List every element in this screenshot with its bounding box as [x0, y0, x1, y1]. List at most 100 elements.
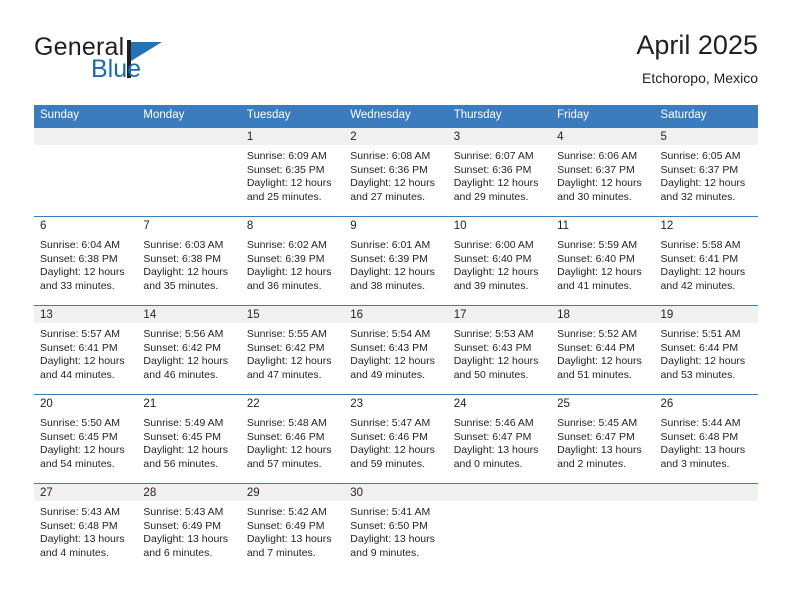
calendar-table: Sunday Monday Tuesday Wednesday Thursday… — [34, 105, 758, 572]
calendar-day-cell[interactable]: 8 Sunrise: 6:02 AM Sunset: 6:39 PM Daylight… — [240, 216, 345, 306]
day-cell-inner: 2 Sunrise: 6:08 AM Sunset: 6:36 PM Daylight… — [344, 128, 448, 216]
day-detail-line: and 59 minutes. — [350, 457, 425, 470]
day-detail-line: Sunrise: 5:46 AM — [453, 417, 534, 429]
day-detail-line: and 30 minutes. — [557, 190, 632, 203]
day-cell-inner: 9 Sunrise: 6:01 AM Sunset: 6:39 PM Daylight… — [344, 217, 448, 305]
calendar-day-cell[interactable]: 1 Sunrise: 6:09 AM Sunset: 6:35 PM Daylight… — [240, 127, 345, 217]
calendar-day-cell[interactable]: 30 Sunrise: 5:41 AM Sunset: 6:50 PM Dayligh… — [344, 483, 448, 572]
day-cell-inner: 26 Sunrise: 5:44 AM Sunset: 6:48 PM Dayligh… — [654, 395, 758, 483]
calendar-day-cell[interactable]: 26 Sunrise: 5:44 AM Sunset: 6:48 PM Dayligh… — [654, 394, 758, 484]
calendar-day-cell[interactable]: 17 Sunrise: 5:53 AM Sunset: 6:43 PM Dayligh… — [447, 305, 552, 395]
day-number: 20 — [34, 395, 138, 412]
day-details: Sunrise: 5:54 AM Sunset: 6:43 PM Daylight:… — [344, 323, 447, 382]
day-detail-line: Sunrise: 6:07 AM — [453, 150, 534, 162]
day-detail-line: Daylight: 12 hours — [453, 177, 539, 190]
day-cell-inner: 7 Sunrise: 6:03 AM Sunset: 6:38 PM Daylight… — [137, 217, 241, 305]
day-detail-line: Daylight: 13 hours — [246, 533, 332, 546]
day-detail-line: Sunset: 6:37 PM — [660, 163, 739, 176]
day-number: 25 — [551, 395, 655, 412]
day-details — [137, 145, 240, 150]
day-number: 8 — [240, 217, 345, 234]
day-detail-line: Sunset: 6:46 PM — [350, 430, 428, 443]
calendar-day-cell[interactable]: 11 Sunrise: 5:59 AM Sunset: 6:40 PM Dayligh… — [551, 216, 655, 306]
calendar-day-cell[interactable]: 27 Sunrise: 5:43 AM Sunset: 6:48 PM Dayligh… — [34, 483, 138, 572]
day-details: Sunrise: 6:00 AM Sunset: 6:40 PM Daylight:… — [448, 234, 551, 293]
day-detail-line: Sunset: 6:43 PM — [350, 341, 428, 354]
day-details: Sunrise: 6:02 AM Sunset: 6:39 PM Daylight:… — [241, 234, 344, 293]
calendar-body: 1 Sunrise: 6:09 AM Sunset: 6:35 PM Daylight… — [34, 127, 758, 572]
day-detail-line: Sunrise: 5:50 AM — [40, 417, 120, 429]
day-detail-line: Daylight: 13 hours — [350, 533, 435, 546]
day-detail-line: Sunset: 6:41 PM — [660, 252, 739, 265]
day-detail-line: Sunset: 6:36 PM — [350, 163, 428, 176]
day-detail-line: and 57 minutes. — [246, 457, 322, 470]
day-detail-line: Daylight: 12 hours — [350, 177, 435, 190]
day-detail-line: Sunrise: 5:44 AM — [660, 417, 741, 429]
day-detail-line: Sunset: 6:50 PM — [350, 519, 428, 532]
day-detail-line: and 9 minutes. — [350, 546, 420, 559]
day-number: 27 — [34, 484, 138, 501]
calendar-day-cell[interactable]: 18 Sunrise: 5:52 AM Sunset: 6:44 PM Dayligh… — [551, 305, 655, 395]
day-detail-line: Sunset: 6:40 PM — [557, 252, 635, 265]
day-cell-inner — [654, 484, 758, 572]
day-cell-inner: 22 Sunrise: 5:48 AM Sunset: 6:46 PM Dayligh… — [240, 395, 345, 483]
day-details: Sunrise: 6:06 AM Sunset: 6:37 PM Daylight:… — [551, 145, 654, 204]
day-cell-inner: 10 Sunrise: 6:00 AM Sunset: 6:40 PM Dayligh… — [447, 217, 552, 305]
day-details: Sunrise: 5:43 AM Sunset: 6:48 PM Daylight:… — [34, 501, 137, 560]
day-number: 15 — [240, 306, 345, 323]
day-cell-inner: 24 Sunrise: 5:46 AM Sunset: 6:47 PM Dayligh… — [447, 395, 552, 483]
weekday-header-tuesday: Tuesday — [240, 105, 345, 128]
calendar-day-cell[interactable]: 13 Sunrise: 5:57 AM Sunset: 6:41 PM Dayligh… — [34, 305, 138, 395]
calendar-day-cell[interactable]: 19 Sunrise: 5:51 AM Sunset: 6:44 PM Dayligh… — [654, 305, 758, 395]
day-detail-line: Sunset: 6:40 PM — [453, 252, 532, 265]
calendar-day-cell[interactable]: 5 Sunrise: 6:05 AM Sunset: 6:37 PM Daylight… — [654, 127, 758, 217]
calendar-day-cell[interactable]: 22 Sunrise: 5:48 AM Sunset: 6:46 PM Dayligh… — [240, 394, 345, 484]
day-cell-inner: 15 Sunrise: 5:55 AM Sunset: 6:42 PM Dayligh… — [240, 306, 345, 394]
day-number: 22 — [240, 395, 345, 412]
calendar-day-cell[interactable]: 7 Sunrise: 6:03 AM Sunset: 6:38 PM Daylight… — [137, 216, 241, 306]
day-detail-line: and 46 minutes. — [143, 368, 219, 381]
calendar-day-cell[interactable]: 28 Sunrise: 5:43 AM Sunset: 6:49 PM Dayligh… — [137, 483, 241, 572]
calendar-day-cell[interactable]: 16 Sunrise: 5:54 AM Sunset: 6:43 PM Dayligh… — [344, 305, 448, 395]
day-detail-line: Daylight: 12 hours — [350, 444, 435, 457]
day-details: Sunrise: 5:41 AM Sunset: 6:50 PM Daylight:… — [344, 501, 447, 560]
calendar-day-cell[interactable]: 2 Sunrise: 6:08 AM Sunset: 6:36 PM Daylight… — [344, 127, 448, 217]
calendar-day-cell[interactable]: 23 Sunrise: 5:47 AM Sunset: 6:46 PM Dayligh… — [344, 394, 448, 484]
calendar-day-cell[interactable]: 25 Sunrise: 5:45 AM Sunset: 6:47 PM Dayligh… — [551, 394, 655, 484]
calendar-day-cell[interactable]: 24 Sunrise: 5:46 AM Sunset: 6:47 PM Dayligh… — [447, 394, 552, 484]
calendar-day-cell[interactable]: 21 Sunrise: 5:49 AM Sunset: 6:45 PM Dayligh… — [137, 394, 241, 484]
day-detail-line: Sunrise: 5:53 AM — [453, 328, 534, 340]
day-detail-line: Sunrise: 5:57 AM — [40, 328, 120, 340]
calendar-day-cell[interactable]: 14 Sunrise: 5:56 AM Sunset: 6:42 PM Dayligh… — [137, 305, 241, 395]
day-detail-line: Sunset: 6:49 PM — [143, 519, 222, 532]
day-detail-line: Sunrise: 6:04 AM — [40, 239, 120, 251]
day-detail-line: Sunset: 6:38 PM — [40, 252, 118, 265]
calendar-day-cell[interactable]: 6 Sunrise: 6:04 AM Sunset: 6:38 PM Daylight… — [34, 216, 138, 306]
day-number: 28 — [137, 484, 241, 501]
calendar-day-cell[interactable]: 12 Sunrise: 5:58 AM Sunset: 6:41 PM Dayligh… — [654, 216, 758, 306]
calendar-day-cell[interactable]: 20 Sunrise: 5:50 AM Sunset: 6:45 PM Dayligh… — [34, 394, 138, 484]
day-detail-line: Sunrise: 6:01 AM — [350, 239, 431, 251]
day-detail-line: and 38 minutes. — [350, 279, 425, 292]
day-detail-line: and 36 minutes. — [246, 279, 322, 292]
calendar-day-cell[interactable]: 29 Sunrise: 5:42 AM Sunset: 6:49 PM Dayligh… — [240, 483, 345, 572]
calendar-day-cell[interactable]: 3 Sunrise: 6:07 AM Sunset: 6:36 PM Daylight… — [447, 127, 552, 217]
day-detail-line: Sunrise: 5:59 AM — [557, 239, 638, 251]
day-detail-line: Sunrise: 5:54 AM — [350, 328, 431, 340]
day-detail-line: Sunrise: 5:58 AM — [660, 239, 741, 251]
day-cell-inner: 14 Sunrise: 5:56 AM Sunset: 6:42 PM Dayligh… — [137, 306, 241, 394]
calendar-day-cell[interactable]: 9 Sunrise: 6:01 AM Sunset: 6:39 PM Daylight… — [344, 216, 448, 306]
brand-logo[interactable]: General Blue — [34, 34, 254, 92]
calendar-day-cell[interactable]: 4 Sunrise: 6:06 AM Sunset: 6:37 PM Daylight… — [551, 127, 655, 217]
day-details: Sunrise: 5:51 AM Sunset: 6:44 PM Daylight:… — [655, 323, 758, 382]
day-number: 9 — [344, 217, 448, 234]
calendar-day-cell[interactable]: 15 Sunrise: 5:55 AM Sunset: 6:42 PM Dayligh… — [240, 305, 345, 395]
day-details: Sunrise: 5:59 AM Sunset: 6:40 PM Daylight:… — [551, 234, 654, 293]
day-detail-line: Sunset: 6:48 PM — [660, 430, 739, 443]
day-number — [654, 484, 758, 501]
location-subtitle: Etchoropo, Mexico — [642, 70, 758, 86]
calendar-day-cell[interactable]: 10 Sunrise: 6:00 AM Sunset: 6:40 PM Dayligh… — [447, 216, 552, 306]
day-details: Sunrise: 6:04 AM Sunset: 6:38 PM Daylight:… — [34, 234, 137, 293]
day-detail-line: Sunset: 6:45 PM — [143, 430, 222, 443]
day-cell-inner: 21 Sunrise: 5:49 AM Sunset: 6:45 PM Dayligh… — [137, 395, 241, 483]
